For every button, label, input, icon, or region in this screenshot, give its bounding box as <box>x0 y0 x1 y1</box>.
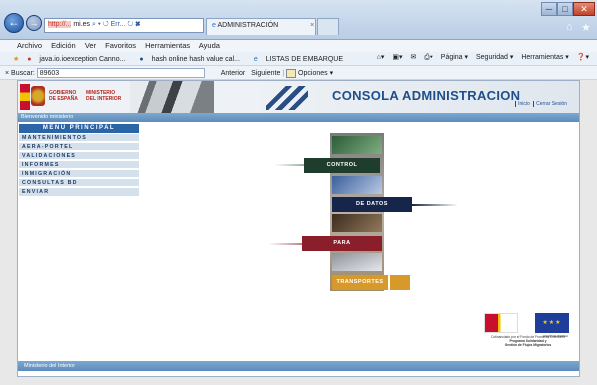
minimize-button[interactable]: ─ <box>541 2 557 16</box>
address-url-hidden: http://... <box>48 21 72 28</box>
new-tab-button[interactable] <box>317 18 339 35</box>
close-window-button[interactable]: ✕ <box>573 2 595 16</box>
page-icon: ● <box>27 56 32 63</box>
eu-flag-icon: ★★★ <box>535 313 569 333</box>
control-image <box>332 136 382 154</box>
command-bar: ⌂▾ ▣▾ ✉ ⎙▾ Página ▾ Seguridad ▾ Herramie… <box>371 53 589 62</box>
favorite-item-hash[interactable]: ● hash online hash value cal... <box>139 56 246 63</box>
spain-flag-icon <box>20 84 30 110</box>
transportes-accent <box>390 275 410 290</box>
gov-label: GOBIERNO DE ESPAÑA <box>49 90 78 102</box>
block-de-datos: DE DATOS <box>332 197 412 212</box>
menu-item-inmigracion[interactable]: INMIGRACIÓN <box>19 170 139 178</box>
tab-label: ADMINISTRACIÓN <box>217 22 279 29</box>
menu-heading: MENÚ PRINCIPAL <box>19 124 139 133</box>
feeds-icon[interactable]: ▣▾ <box>392 54 402 61</box>
ministry-line2: DEL INTERIOR <box>86 96 122 102</box>
find-separator: | <box>282 69 285 77</box>
browser-titlebar: ← → http://... mi.es ⌕ ▾ ↺ Err... ↻ ✖ e … <box>0 0 597 40</box>
gov-line2: DE ESPAÑA <box>49 96 78 102</box>
back-button[interactable]: ← <box>4 13 24 33</box>
menu-ayuda[interactable]: Ayuda <box>199 41 220 50</box>
menu-archivo[interactable]: Archivo <box>17 41 42 50</box>
menu-ver[interactable]: Ver <box>85 41 96 50</box>
datos-line <box>412 204 458 206</box>
ie-icon: e <box>212 22 216 29</box>
block-para: PARA <box>302 236 382 251</box>
cmd-pagina[interactable]: Página ▾ <box>441 54 468 61</box>
find-bar: × Buscar: 89603 Anterior Siguiente | Opc… <box>0 66 597 80</box>
address-controls[interactable]: ⌕ ▾ ↺ Err... ↻ ✖ <box>92 21 141 28</box>
link-inicio[interactable]: Inicio <box>515 101 532 107</box>
building-graphic <box>266 86 308 110</box>
favorite-label: java.io.ioexception Canno... <box>39 56 126 63</box>
tab-administracion[interactable]: e ADMINISTRACIÓN × <box>206 18 316 35</box>
coat-of-arms-icon <box>31 86 45 106</box>
find-label: Buscar: <box>11 69 35 77</box>
favorites-star-icon[interactable]: ★ <box>581 21 591 34</box>
menu-item-validaciones[interactable]: VALIDACIONES <box>19 152 139 160</box>
help-icon[interactable]: ❓▾ <box>577 54 589 61</box>
menu-item-consultas-bd[interactable]: CONSULTAS BD <box>19 179 139 187</box>
page-icon: e <box>253 56 258 63</box>
datos-image <box>332 176 382 194</box>
ministry-logo <box>484 313 518 333</box>
block-transportes: TRANSPORTES <box>332 275 388 290</box>
mail-icon[interactable]: ✉ <box>410 54 416 61</box>
favorite-item-listas[interactable]: e LISTAS DE EMBARQUE <box>254 56 349 63</box>
para-image <box>332 214 382 232</box>
page-icon: ● <box>139 56 144 63</box>
transportes-image <box>332 253 382 271</box>
favorite-label: LISTAS DE EMBARQUE <box>265 56 343 63</box>
tab-close-icon[interactable]: × <box>310 22 314 29</box>
address-url-suffix: mi.es <box>73 21 91 28</box>
cmd-herramientas[interactable]: Herramientas ▾ <box>521 54 568 61</box>
eu-text-line: Gestión de Flujos Migratorios <box>504 343 552 347</box>
header-links: Inicio Cerrar Sesión <box>515 101 569 107</box>
page-title: CONSOLA ADMINISTRACION <box>332 88 521 103</box>
menu-edicion[interactable]: Edición <box>51 41 76 50</box>
forward-button[interactable]: → <box>26 15 42 31</box>
favorites-icon[interactable]: ★ <box>13 56 19 63</box>
find-next-button[interactable]: Siguiente <box>251 70 280 77</box>
find-input[interactable]: 89603 <box>36 68 205 78</box>
page-content: GOBIERNO DE ESPAÑA MINISTERIO DEL INTERI… <box>17 80 580 377</box>
favorite-label: hash online hash value cal... <box>151 56 240 63</box>
print-icon[interactable]: ⎙▾ <box>424 54 433 61</box>
menu-favoritos[interactable]: Favoritos <box>105 41 136 50</box>
find-options[interactable]: Opciones ▾ <box>298 70 333 77</box>
header-banner: GOBIERNO DE ESPAÑA MINISTERIO DEL INTERI… <box>18 81 579 113</box>
menu-bar: Archivo Edición Ver Favoritos Herramient… <box>0 40 597 52</box>
link-cerrar-sesion[interactable]: Cerrar Sesión <box>533 101 569 107</box>
close-find-icon[interactable]: × <box>5 70 9 77</box>
menu-herramientas[interactable]: Herramientas <box>145 41 190 50</box>
eu-funding-text: Cofinanciado por el Fondo de Fronteras E… <box>482 335 574 347</box>
favorite-item-java[interactable]: ● java.io.ioexception Canno... <box>27 56 131 63</box>
eu-stars-icon: ★★★ <box>542 320 562 326</box>
cmd-seguridad[interactable]: Seguridad ▾ <box>476 54 513 61</box>
banner-photo <box>130 81 214 113</box>
home-page-icon[interactable]: ⌂▾ <box>377 54 385 61</box>
menu-item-informes[interactable]: INFORMES <box>19 161 139 169</box>
menu-item-aera-portel[interactable]: AERA-PORTEL <box>19 143 139 151</box>
maximize-button[interactable]: □ <box>557 2 573 16</box>
highlight-icon[interactable] <box>286 68 297 78</box>
find-prev-button[interactable]: Anterior <box>221 70 246 77</box>
welcome-bar: Bienvenido ministerio <box>18 113 579 122</box>
address-bar[interactable]: http://... mi.es ⌕ ▾ ↺ Err... ↻ ✖ <box>44 18 204 33</box>
menu-item-mantenimientos[interactable]: MANTENIMIENTOS <box>19 134 139 142</box>
block-control: CONTROL <box>304 158 380 173</box>
footer-bar: Ministerio del Interior <box>18 361 579 371</box>
home-icon[interactable]: ⌂ <box>566 21 573 33</box>
ministry-label: MINISTERIO DEL INTERIOR <box>86 90 121 102</box>
menu-item-enviar[interactable]: ENVIAR <box>19 188 139 197</box>
